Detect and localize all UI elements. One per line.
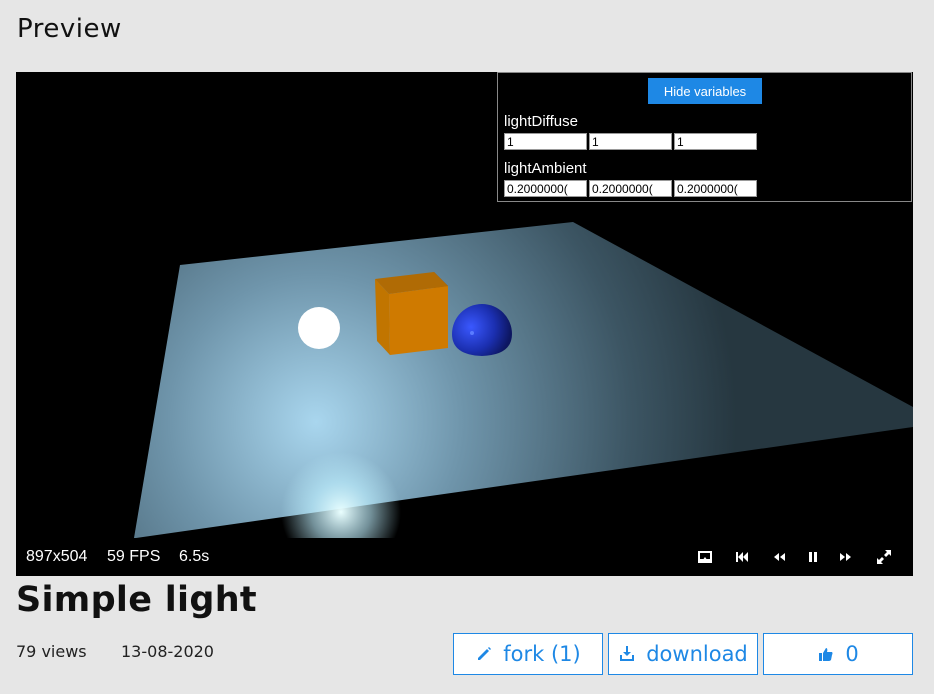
fork-button[interactable]: fork (1) xyxy=(453,633,603,675)
time-readout: 6.5s xyxy=(179,548,210,565)
variable-label-lightdiffuse: lightDiffuse xyxy=(504,113,578,130)
download-label: download xyxy=(646,642,748,666)
blue-sphere-highlight xyxy=(470,331,474,335)
screenshot-icon[interactable] xyxy=(696,548,714,566)
fork-label: fork (1) xyxy=(503,642,581,666)
shader-title: Simple light xyxy=(16,580,257,620)
fast-forward-icon[interactable] xyxy=(837,548,855,566)
lightdiffuse-input-y[interactable]: 1 xyxy=(589,133,672,150)
hide-variables-button[interactable]: Hide variables xyxy=(648,78,762,104)
like-button[interactable]: 0 xyxy=(763,633,913,675)
shader-viewer[interactable]: Hide variables lightDiffuse 1 1 1 lightA… xyxy=(16,72,913,576)
lightdiffuse-input-x[interactable]: 1 xyxy=(504,133,587,150)
lightambient-input-x[interactable]: 0.2000000( xyxy=(504,180,587,197)
download-button[interactable]: download xyxy=(608,633,758,675)
resolution-readout: 897x504 xyxy=(26,548,88,565)
download-icon xyxy=(620,646,635,661)
lightambient-input-z[interactable]: 0.2000000( xyxy=(674,180,757,197)
light-source-sphere xyxy=(298,307,340,349)
fps-readout: 59 FPS xyxy=(107,548,161,565)
variables-panel: Hide variables lightDiffuse 1 1 1 lightA… xyxy=(497,72,912,202)
viewer-statusbar: 897x504 59 FPS 6.5s xyxy=(16,538,913,576)
pencil-icon xyxy=(478,647,492,660)
variable-label-lightambient: lightAmbient xyxy=(504,160,587,177)
publish-date: 13-08-2020 xyxy=(121,642,214,661)
pause-icon[interactable] xyxy=(804,548,822,566)
view-count: 79 views xyxy=(16,642,87,661)
rewind-icon[interactable] xyxy=(770,548,788,566)
skip-to-start-icon[interactable] xyxy=(733,548,751,566)
floor-hotspot xyxy=(246,442,446,538)
preview-heading: Preview xyxy=(17,14,122,44)
fullscreen-icon[interactable] xyxy=(875,548,893,566)
like-count: 0 xyxy=(845,642,859,666)
thumbs-up-icon xyxy=(819,648,833,661)
lightdiffuse-input-z[interactable]: 1 xyxy=(674,133,757,150)
lightambient-input-y[interactable]: 0.2000000( xyxy=(589,180,672,197)
cube-main-face xyxy=(389,286,448,355)
